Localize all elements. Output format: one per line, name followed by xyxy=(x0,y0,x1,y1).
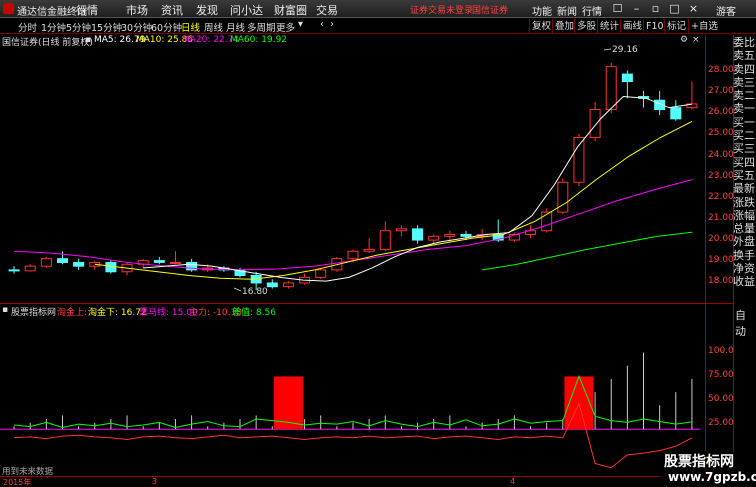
price-label: 28.00 xyxy=(708,65,734,75)
indicator-axis-label: 75.00 xyxy=(708,370,734,380)
candle-body xyxy=(73,261,85,267)
indicator-axis-label: 50.00 xyxy=(708,394,734,404)
ma5-line xyxy=(143,95,693,282)
watermark-url: www.7gpzb.com xyxy=(668,470,756,484)
candle-body xyxy=(153,260,165,263)
candle-body xyxy=(24,265,36,272)
candle-body xyxy=(40,258,52,267)
price-label: 20.00 xyxy=(708,234,734,244)
axis-month-3: 3 xyxy=(152,477,158,486)
candle-body xyxy=(670,107,682,120)
quote-item-buy3[interactable]: 买三 xyxy=(733,142,756,155)
candle-body xyxy=(363,248,375,252)
price-label: 18.00 xyxy=(708,276,734,286)
candle-body xyxy=(315,269,327,278)
user-guest[interactable]: 游客 xyxy=(716,3,736,18)
high-marker-pointer xyxy=(603,48,612,51)
price-label: 27.00 xyxy=(708,86,734,96)
watermark-title: 股票指标网 xyxy=(664,454,734,470)
candle-body xyxy=(557,181,569,213)
quote-item-sell3[interactable]: 卖三 xyxy=(733,76,756,89)
future-data-note: 用到未来数据 xyxy=(2,467,54,477)
candle-body xyxy=(412,228,424,241)
quote-item-buy2[interactable]: 买二 xyxy=(733,129,756,142)
candle-body xyxy=(460,233,472,237)
candle-body xyxy=(605,66,617,111)
price-axis-border xyxy=(705,35,706,477)
axis-year-label: 2015年 xyxy=(3,478,32,487)
axis-month-4: 4 xyxy=(510,477,516,486)
quote-item-buy4[interactable]: 买四 xyxy=(733,156,756,169)
price-label: 24.00 xyxy=(708,150,734,160)
quote-item-sell2[interactable]: 卖二 xyxy=(733,89,756,102)
candle-body xyxy=(347,250,359,260)
quote-item-turnover[interactable]: 换手 xyxy=(733,249,756,262)
candle-body xyxy=(395,228,407,232)
candle-body xyxy=(169,261,181,264)
candle-body xyxy=(444,233,456,237)
quote-item-sell5[interactable]: 卖五 xyxy=(733,49,756,62)
quote-item-change[interactable]: 涨跌 xyxy=(733,196,756,209)
candle-body xyxy=(379,230,391,250)
quote-item-volume[interactable]: 总量 xyxy=(733,222,756,235)
quote-item-net-assets[interactable]: 净资 xyxy=(733,262,756,275)
price-label: 21.00 xyxy=(708,213,734,223)
candle-body xyxy=(56,258,68,263)
quote-item-buy1[interactable]: 买一 xyxy=(733,116,756,129)
candle-body xyxy=(621,73,633,83)
indicator-axis-label: 100.0 xyxy=(708,346,734,356)
ma10-line xyxy=(94,121,693,280)
quote-item-buy5[interactable]: 买五 xyxy=(733,169,756,182)
high-price-marker: 29.16 xyxy=(612,45,638,55)
indicator-axis-label: 25.00 xyxy=(708,418,734,428)
price-label: 25.00 xyxy=(708,128,734,138)
watermark: 股票指标网 www.7gpzb.com xyxy=(660,451,756,487)
price-label: 26.00 xyxy=(708,107,734,117)
indicator-plot xyxy=(0,352,700,469)
kline-chart[interactable]: 29.16 16.80 xyxy=(0,0,705,477)
candle-body xyxy=(573,137,585,183)
candle-body xyxy=(428,235,440,241)
price-label: 23.00 xyxy=(708,171,734,181)
quote-side-panel: 委比 卖五 卖四 卖三 卖二 卖一 买一 买二 买三 买四 买五 最新 涨跌 涨… xyxy=(733,36,756,289)
candle-body xyxy=(282,282,294,288)
quote-item-earnings[interactable]: 收益 xyxy=(733,275,756,288)
candle-body xyxy=(589,109,601,139)
price-label: 22.00 xyxy=(708,192,734,202)
quote-item-sell4[interactable]: 卖四 xyxy=(733,63,756,76)
price-label: 19.00 xyxy=(708,255,734,265)
low-marker-pointer xyxy=(233,287,242,292)
quote-item-change-pct[interactable]: 涨幅 xyxy=(733,209,756,222)
low-price-marker: 16.80 xyxy=(242,287,268,297)
quote-item-outer[interactable]: 外盘 xyxy=(733,235,756,248)
quote-item-sell1[interactable]: 卖一 xyxy=(733,102,756,115)
candles xyxy=(8,62,698,291)
quote-item-latest[interactable]: 最新 xyxy=(733,182,756,195)
time-axis: 2015年 3 4 xyxy=(0,477,705,487)
quote-item-weibi[interactable]: 委比 xyxy=(733,36,756,49)
candle-body xyxy=(8,269,20,272)
auto-button[interactable]: 自动 xyxy=(735,307,756,339)
candle-body xyxy=(266,282,278,288)
